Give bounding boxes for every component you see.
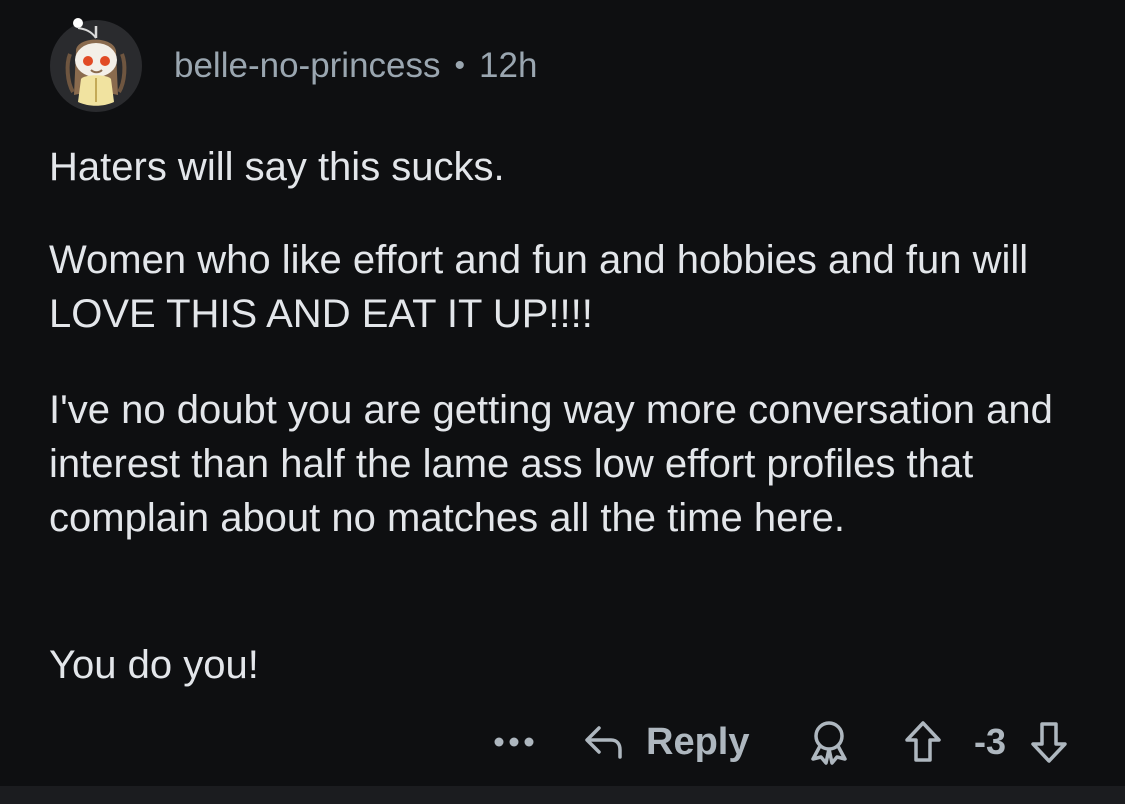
comment-paragraph: Women who like effort and fun and hobbie… xyxy=(49,238,1029,336)
comment-paragraph: You do you! xyxy=(49,643,259,687)
reply-label: Reply xyxy=(646,720,750,763)
comment-card: belle-no-princess • 12h Haters will say … xyxy=(0,0,1125,786)
comment-timestamp: 12h xyxy=(479,46,538,85)
username-link[interactable]: belle-no-princess xyxy=(174,46,441,86)
comment-paragraph: Haters will say this sucks. xyxy=(49,145,505,189)
comment-meta: belle-no-princess • 12h xyxy=(174,46,537,86)
comment-paragraph: I've no doubt you are getting way more c… xyxy=(49,388,1053,540)
bottom-bar xyxy=(0,786,1125,804)
reply-button[interactable]: Reply xyxy=(582,710,752,774)
comment-actions: Reply -3 xyxy=(488,710,1088,774)
vote-score: -3 xyxy=(973,721,1006,762)
reply-icon xyxy=(582,722,626,762)
upvote-icon xyxy=(905,721,941,762)
award-icon xyxy=(811,721,847,765)
downvote-button[interactable] xyxy=(1024,710,1074,774)
downvote-icon xyxy=(1031,722,1067,763)
comment-header: belle-no-princess • 12h xyxy=(48,18,537,114)
award-button[interactable] xyxy=(806,710,852,774)
more-options-button[interactable] xyxy=(488,710,540,774)
meta-separator: • xyxy=(454,49,466,82)
avatar[interactable] xyxy=(48,18,144,114)
more-icon xyxy=(494,737,534,747)
upvote-button[interactable] xyxy=(898,710,948,774)
